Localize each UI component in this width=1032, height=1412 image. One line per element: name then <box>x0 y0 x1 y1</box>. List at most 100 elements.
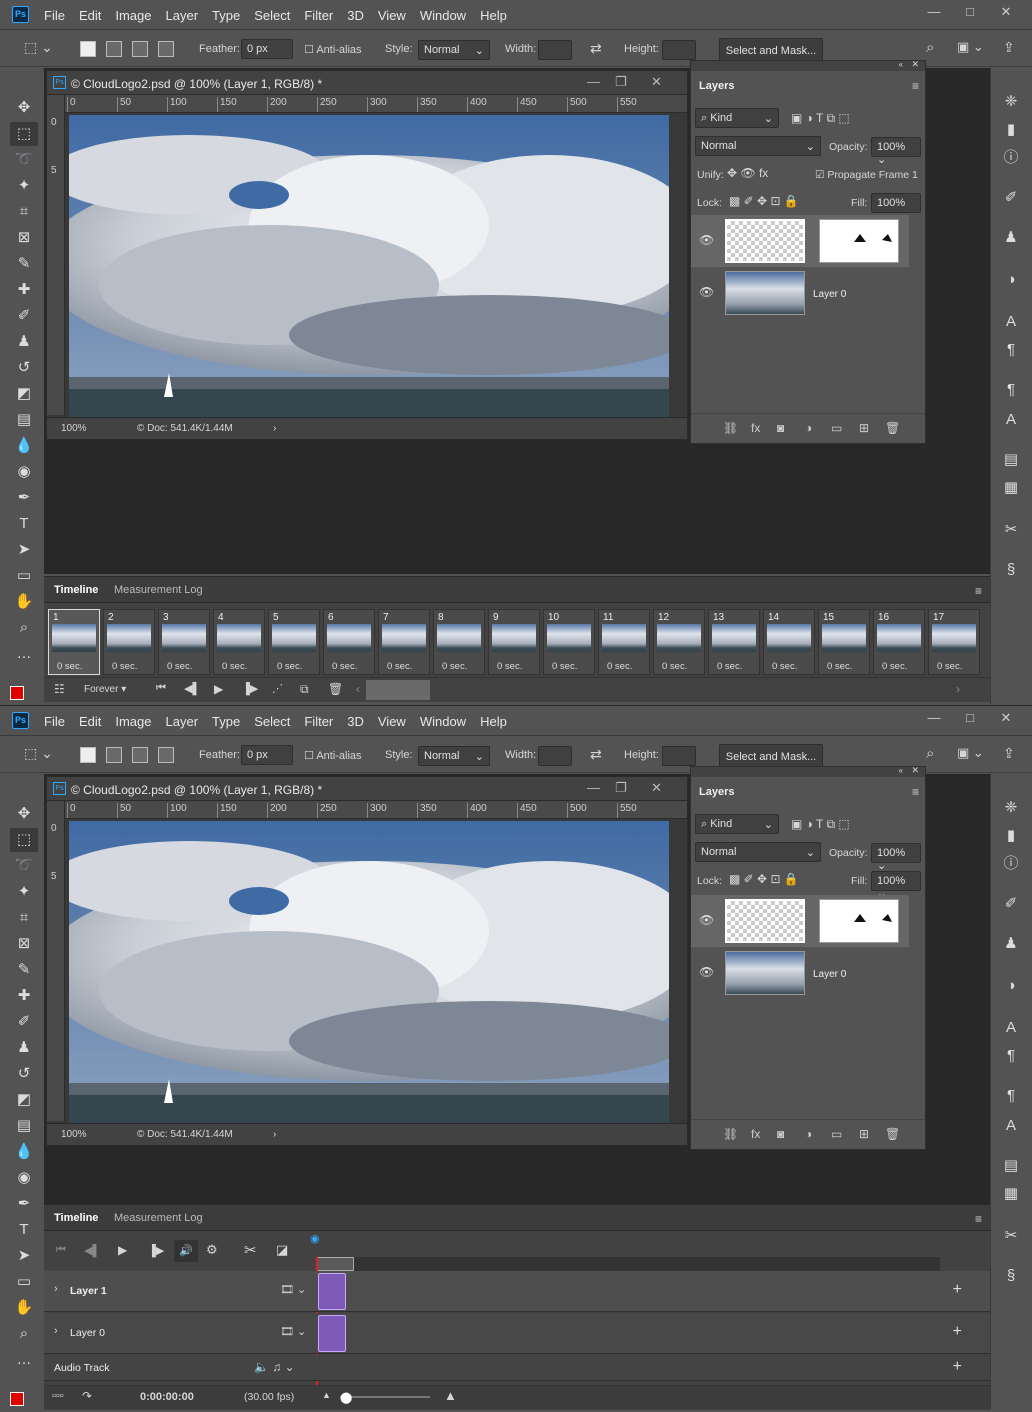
share-icon[interactable]: ⇪ <box>1003 745 1015 762</box>
move-tool-icon[interactable]: ✥ <box>10 802 38 826</box>
healing-brush-icon[interactable]: ✚ <box>10 278 38 302</box>
foreground-color-swatch[interactable] <box>10 1392 24 1406</box>
paragraph-styles-icon[interactable]: ¶ <box>999 1084 1023 1108</box>
animation-frame[interactable]: 5 0 sec. <box>268 609 320 675</box>
marquee-preset-icon[interactable]: ⬚ ⌄ <box>24 745 53 762</box>
folder-icon[interactable]: ▭ <box>831 421 842 435</box>
track-audio[interactable]: Audio Track 🔈 ♫ ⌄ + <box>44 1355 990 1381</box>
adjustments-icon[interactable]: ◑ <box>999 974 1023 998</box>
duplicate-frame-icon[interactable]: ⧉ <box>300 682 309 697</box>
zoom-slider[interactable] <box>340 1396 430 1398</box>
menu-3d[interactable]: 3D <box>347 714 364 729</box>
path-selection-icon[interactable]: ➤ <box>10 538 38 562</box>
frame-delay[interactable]: 0 sec. <box>552 661 577 672</box>
path-selection-icon[interactable]: ➤ <box>10 1244 38 1268</box>
eye-icon[interactable]: 👁 <box>699 233 714 247</box>
playhead-icon[interactable]: ◉ <box>310 1232 320 1245</box>
blur-icon[interactable]: 💧 <box>10 1140 38 1164</box>
time-ruler[interactable] <box>316 1257 940 1271</box>
crop-icon[interactable]: ⌗ <box>10 200 38 224</box>
more-tools-icon[interactable]: … <box>10 1348 38 1372</box>
animation-frame[interactable]: 1 0 sec. <box>48 609 100 675</box>
track-layer0[interactable]: › Layer 0 🎞 ⌄ + <box>44 1313 990 1354</box>
panel-close-icon[interactable]: ✕ <box>911 765 919 776</box>
layer-row-layer0[interactable]: 👁 Layer 0 <box>691 947 909 999</box>
prev-frame-icon[interactable]: ◀▌ <box>84 1244 100 1257</box>
expand-chevron-icon[interactable]: › <box>54 1283 58 1295</box>
brush-settings-icon[interactable]: ✐ <box>999 892 1023 916</box>
doc-minimize-icon[interactable]: — <box>587 74 600 89</box>
maximize-button[interactable]: □ <box>952 710 988 726</box>
adjustments-icon[interactable]: ◑ <box>999 268 1023 292</box>
histogram-icon[interactable]: ▮ <box>999 824 1023 848</box>
more-tools-icon[interactable]: … <box>10 642 38 666</box>
next-frame-icon[interactable]: ▐▶ <box>242 682 258 695</box>
style-select[interactable]: Normal ⌄ <box>418 40 490 60</box>
move-tool-icon[interactable]: ✥ <box>10 96 38 120</box>
dodge-icon[interactable]: ◉ <box>10 1166 38 1190</box>
frame-scroll-thumb[interactable] <box>366 680 430 700</box>
paragraph-styles-icon[interactable]: ¶ <box>999 378 1023 402</box>
doc-restore-icon[interactable]: ❐ <box>615 780 627 796</box>
frame-delay[interactable]: 0 sec. <box>607 661 632 672</box>
scissors-icon[interactable]: ✂ <box>244 1241 257 1259</box>
audio-mute-icon[interactable]: 🔊 <box>174 1240 198 1262</box>
frame-tool-icon[interactable]: ⊠ <box>10 226 38 250</box>
frame-delay[interactable]: 0 sec. <box>937 661 962 672</box>
search-icon[interactable]: ⌕ <box>926 39 934 56</box>
document-tab[interactable]: Ps © CloudLogo2.psd @ 100% (Layer 1, RGB… <box>47 777 687 801</box>
new-layer-icon[interactable]: ⊞ <box>859 421 869 435</box>
frame-delay[interactable]: 0 sec. <box>57 661 82 672</box>
chevron-right-icon[interactable]: › <box>273 423 276 434</box>
filter-kind-select[interactable]: ⌕ Kind ⌄ <box>695 814 779 834</box>
panel-menu-icon[interactable]: ≡ <box>975 584 982 598</box>
notes-icon[interactable]: ▦ <box>999 476 1023 500</box>
layer-row-layer1[interactable]: 👁 <box>691 215 909 267</box>
frame-delay[interactable]: 0 sec. <box>222 661 247 672</box>
tools-preset-icon[interactable]: ✂ <box>999 518 1023 542</box>
hand-icon[interactable]: ✋ <box>10 590 38 614</box>
menu-filter[interactable]: Filter <box>304 8 333 23</box>
layer-row-layer1[interactable]: 👁 <box>691 895 909 947</box>
work-area-bar[interactable] <box>316 1257 354 1271</box>
frame-delay[interactable]: 0 sec. <box>277 661 302 672</box>
brush-settings-icon[interactable]: ✐ <box>999 186 1023 210</box>
panel-menu-icon[interactable]: ≡ <box>975 1212 982 1226</box>
frame-delay[interactable]: 0 sec. <box>717 661 742 672</box>
paragraph-icon[interactable]: ¶ <box>999 1044 1023 1068</box>
panel-menu-icon[interactable]: ≡ <box>912 785 919 799</box>
clone-source-icon[interactable]: ♟ <box>999 226 1023 250</box>
antialias-checkbox[interactable]: ☐ Anti-alias <box>304 749 362 762</box>
share-icon[interactable]: ⇪ <box>1003 39 1015 56</box>
actions-icon[interactable]: § <box>999 1264 1023 1288</box>
height-input[interactable] <box>662 40 696 60</box>
add-media-icon[interactable]: + <box>953 1323 962 1341</box>
current-time[interactable]: 0:00:00:00 <box>140 1391 194 1403</box>
menu-view[interactable]: View <box>378 8 406 23</box>
dodge-icon[interactable]: ◉ <box>10 460 38 484</box>
scroll-left-icon[interactable]: ‹ <box>356 682 360 696</box>
menu-window[interactable]: Window <box>420 714 466 729</box>
tween-icon[interactable]: ⋰ <box>272 682 283 695</box>
menu-help[interactable]: Help <box>480 8 507 23</box>
navigator-icon[interactable]: ❈ <box>999 796 1023 820</box>
fill-input[interactable]: 100% ⌄ <box>871 193 921 222</box>
loop-select[interactable]: Forever ▾ <box>84 684 126 695</box>
document-tab[interactable]: Ps © CloudLogo2.psd @ 100% (Layer 1, RGB… <box>47 71 687 95</box>
maximize-button[interactable]: □ <box>952 4 988 20</box>
subtract-selection-icon[interactable] <box>132 747 148 763</box>
new-selection-icon[interactable] <box>80 41 96 57</box>
link-icon[interactable]: ⛓ <box>723 421 738 435</box>
frame-tool-icon[interactable]: ⊠ <box>10 932 38 956</box>
menu-edit[interactable]: Edit <box>79 8 101 23</box>
doc-restore-icon[interactable]: ❐ <box>615 74 627 90</box>
width-input[interactable] <box>538 40 572 60</box>
animation-frame[interactable]: 15 0 sec. <box>818 609 870 675</box>
frame-delay[interactable]: 0 sec. <box>662 661 687 672</box>
frame-delay[interactable]: 0 sec. <box>387 661 412 672</box>
animation-frame[interactable]: 8 0 sec. <box>433 609 485 675</box>
fx-icon[interactable]: fx <box>751 1127 760 1141</box>
menu-image[interactable]: Image <box>115 8 151 23</box>
height-input[interactable] <box>662 746 696 766</box>
actions-icon[interactable]: § <box>999 558 1023 582</box>
